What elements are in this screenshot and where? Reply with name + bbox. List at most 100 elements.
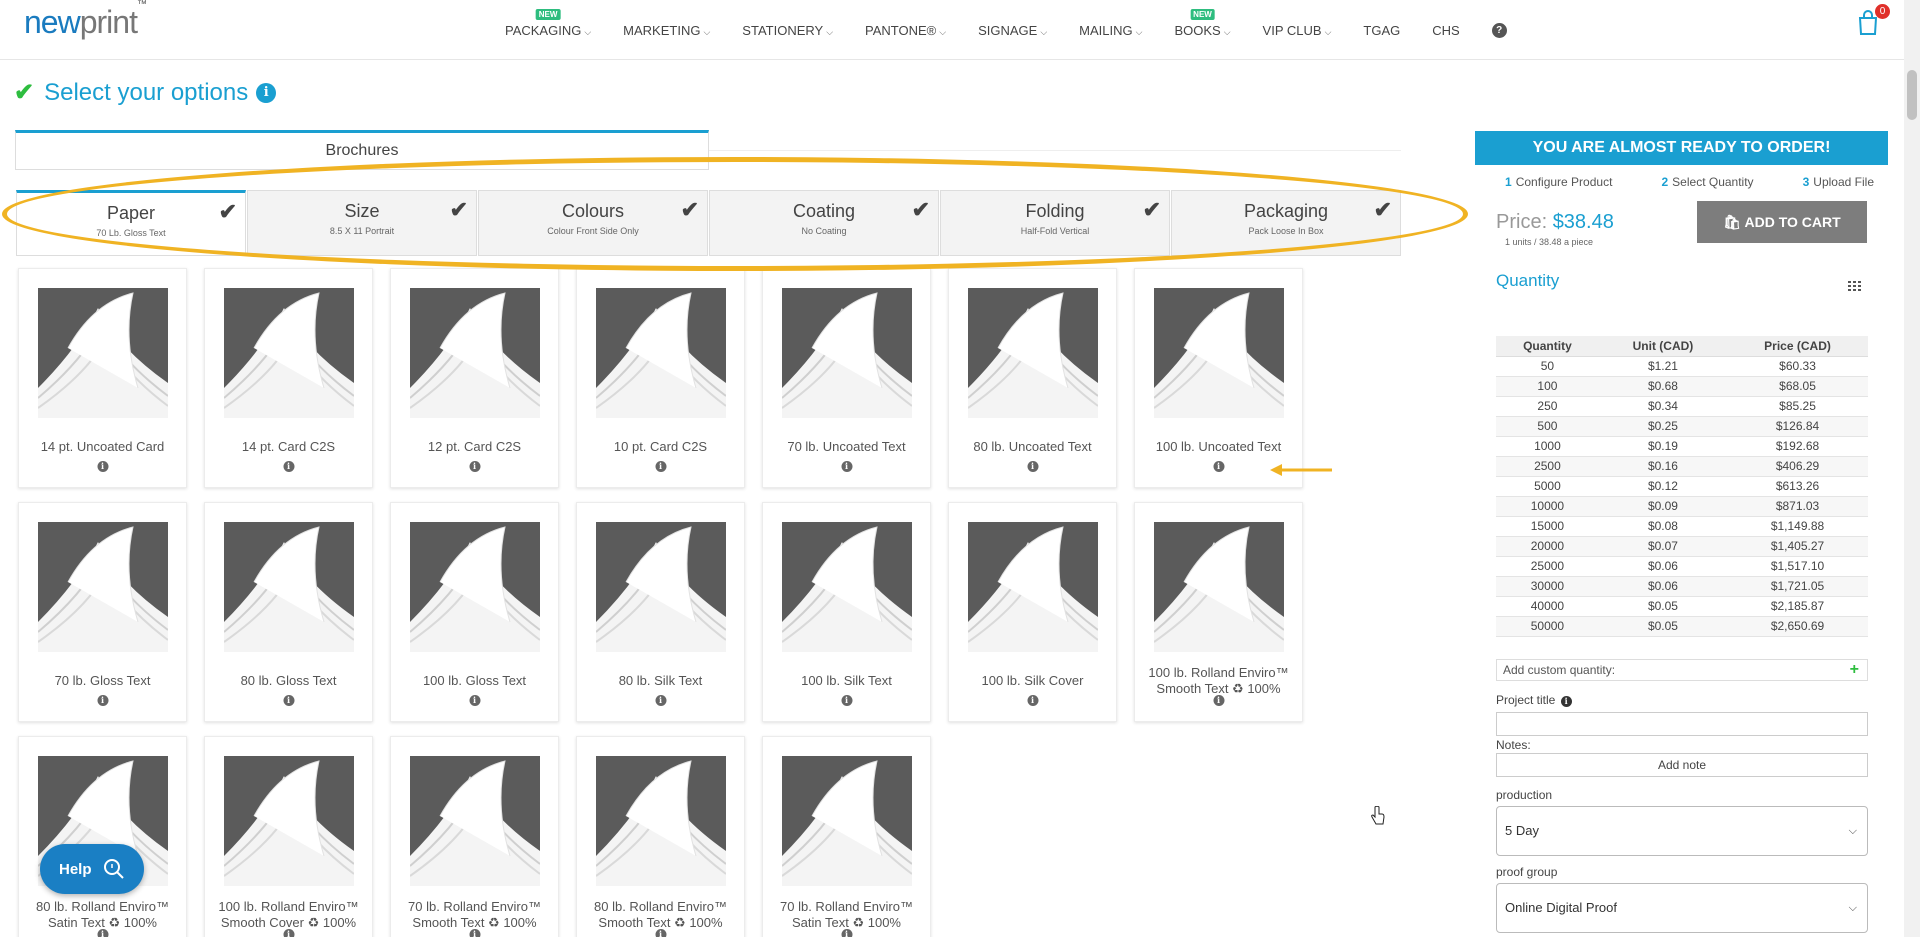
paper-card[interactable]: 12 pt. Card C2S i: [390, 268, 559, 488]
paper-card[interactable]: 80 lb. Rolland Enviro™ Satin Text ♻ 100%…: [18, 736, 187, 937]
info-icon[interactable]: i: [841, 461, 852, 472]
nav-books[interactable]: NEW BOOKS ⌵: [1174, 8, 1231, 38]
info-icon[interactable]: i: [655, 929, 666, 937]
nav-packaging[interactable]: NEW PACKAGING ⌵: [505, 8, 592, 38]
product-tab-brochures[interactable]: Brochures: [15, 130, 709, 170]
info-icon[interactable]: i: [469, 695, 480, 706]
nav-signage[interactable]: SIGNAGE ⌵: [978, 23, 1047, 38]
table-row[interactable]: 2500 $0.16 $406.29: [1496, 456, 1868, 477]
production-select[interactable]: 5 Day ⌵: [1496, 806, 1868, 856]
paper-card[interactable]: 70 lb. Uncoated Text i: [762, 268, 931, 488]
tab-folding[interactable]: Folding Half-Fold Vertical ✔: [940, 190, 1170, 256]
paper-card[interactable]: 80 lb. Uncoated Text i: [948, 268, 1117, 488]
info-icon[interactable]: i: [841, 695, 852, 706]
step-quantity[interactable]: 2 Select Quantity: [1661, 175, 1753, 189]
info-icon[interactable]: i: [655, 695, 666, 706]
info-icon[interactable]: i: [655, 461, 666, 472]
nav-chs[interactable]: CHS: [1432, 23, 1459, 38]
table-row[interactable]: 250 $0.34 $85.25: [1496, 396, 1868, 417]
table-row[interactable]: 30000 $0.06 $1,721.05: [1496, 576, 1868, 597]
info-icon[interactable]: i: [97, 695, 108, 706]
paper-card[interactable]: 14 pt. Card C2S i: [204, 268, 373, 488]
table-row[interactable]: 20000 $0.07 $1,405.27: [1496, 536, 1868, 557]
tab-value: No Coating: [801, 226, 847, 236]
paper-card[interactable]: 80 lb. Rolland Enviro™ Smooth Text ♻ 100…: [576, 736, 745, 937]
price-label: Price: $38.48: [1496, 211, 1614, 234]
nav-mailing[interactable]: MAILING ⌵: [1079, 23, 1142, 38]
table-row[interactable]: 500 $0.25 $126.84: [1496, 416, 1868, 437]
add-note-button[interactable]: Add note: [1496, 753, 1868, 777]
paper-card[interactable]: 70 lb. Gloss Text i: [18, 502, 187, 722]
nav-label: PANTONE®: [865, 22, 937, 38]
add-to-cart-label: ADD TO CART: [1744, 214, 1841, 230]
cart-button[interactable]: 0: [1856, 4, 1890, 36]
add-to-cart-button[interactable]: 🛍 ADD TO CART: [1697, 201, 1867, 243]
info-icon[interactable]: i: [97, 929, 108, 937]
table-row[interactable]: 1000 $0.19 $192.68: [1496, 436, 1868, 457]
proof-group-select[interactable]: Online Digital Proof ⌵: [1496, 883, 1868, 933]
paper-card[interactable]: 100 lb. Rolland Enviro™ Smooth Text ♻ 10…: [1134, 502, 1303, 722]
info-icon[interactable]: i: [256, 82, 277, 103]
table-row[interactable]: 25000 $0.06 $1,517.10: [1496, 556, 1868, 577]
chevron-down-icon: ⌵: [584, 26, 592, 37]
paper-card[interactable]: 70 lb. Rolland Enviro™ Satin Text ♻ 100%…: [762, 736, 931, 937]
tab-coating[interactable]: Coating No Coating ✔: [709, 190, 939, 256]
nav-vip-club[interactable]: VIP CLUB ⌵: [1263, 23, 1332, 38]
info-icon[interactable]: i: [1213, 461, 1224, 472]
table-row[interactable]: 50000 $0.05 $2,650.69: [1496, 616, 1868, 637]
hand-cursor-icon: [1371, 806, 1385, 825]
help-question-icon[interactable]: ?: [1491, 22, 1507, 38]
paper-card[interactable]: 100 lb. Gloss Text i: [390, 502, 559, 722]
info-icon[interactable]: i: [1213, 695, 1224, 706]
tab-paper[interactable]: Paper 70 Lb. Gloss Text ✔: [16, 190, 246, 256]
table-row[interactable]: 100 $0.68 $68.05: [1496, 376, 1868, 397]
paper-card[interactable]: 100 lb. Silk Cover i: [948, 502, 1117, 722]
paper-card[interactable]: 100 lb. Uncoated Text i: [1134, 268, 1303, 488]
nav-label: CHS: [1432, 22, 1460, 38]
info-icon[interactable]: i: [841, 929, 852, 937]
project-title-input[interactable]: [1496, 712, 1868, 736]
info-icon[interactable]: i: [469, 929, 480, 937]
column-header: Unit (CAD): [1598, 336, 1728, 357]
info-icon[interactable]: i: [469, 461, 480, 472]
nav-pantone[interactable]: PANTONE® ⌵: [865, 23, 946, 38]
step-upload[interactable]: 3 Upload File: [1803, 175, 1874, 189]
table-row[interactable]: 15000 $0.08 $1,149.88: [1496, 516, 1868, 537]
tab-size[interactable]: Size 8.5 X 11 Portrait ✔: [247, 190, 477, 256]
info-icon[interactable]: i: [97, 461, 108, 472]
info-icon[interactable]: i: [1027, 695, 1038, 706]
scrollbar-thumb[interactable]: [1907, 70, 1917, 120]
paper-card[interactable]: 10 pt. Card C2S i: [576, 268, 745, 488]
page-scrollbar[interactable]: [1904, 0, 1920, 937]
info-icon[interactable]: i: [1027, 461, 1038, 472]
info-icon[interactable]: i: [283, 461, 294, 472]
paper-card[interactable]: 100 lb. Silk Text i: [762, 502, 931, 722]
table-row[interactable]: 40000 $0.05 $2,185.87: [1496, 596, 1868, 617]
table-row[interactable]: 5000 $0.12 $613.26: [1496, 476, 1868, 497]
step-configure[interactable]: 1 Configure Product: [1505, 175, 1612, 189]
paper-card[interactable]: 80 lb. Silk Text i: [576, 502, 745, 722]
table-row[interactable]: 10000 $0.09 $871.03: [1496, 496, 1868, 517]
info-icon[interactable]: i: [1560, 696, 1572, 707]
custom-quantity-field[interactable]: Add custom quantity: +: [1496, 659, 1868, 681]
newprint-logo[interactable]: newprint™: [24, 0, 147, 41]
chevron-down-icon: ⌵: [1848, 902, 1857, 914]
paper-card[interactable]: 100 lb. Rolland Enviro™ Smooth Cover ♻ 1…: [204, 736, 373, 937]
nav-marketing[interactable]: MARKETING ⌵: [623, 23, 710, 38]
grid-icon[interactable]: [1848, 281, 1861, 291]
info-icon[interactable]: i: [283, 695, 294, 706]
table-row[interactable]: 50 $1.21 $60.33: [1496, 356, 1868, 377]
paper-card[interactable]: 14 pt. Uncoated Card i: [18, 268, 187, 488]
help-button[interactable]: Help: [40, 844, 144, 894]
plus-icon[interactable]: +: [1850, 660, 1859, 680]
paper-card[interactable]: 80 lb. Gloss Text i: [204, 502, 373, 722]
table-cell: $126.84: [1727, 416, 1868, 437]
quantity-price-table: Quantity Unit (CAD) Price (CAD) 50 $1.21 $60…: [1496, 336, 1868, 637]
tab-colours[interactable]: Colours Colour Front Side Only ✔: [478, 190, 708, 256]
paper-card[interactable]: 70 lb. Rolland Enviro™ Smooth Text ♻ 100…: [390, 736, 559, 937]
nav-tgag[interactable]: TGAG: [1363, 23, 1400, 38]
nav-stationery[interactable]: STATIONERY ⌵: [742, 23, 833, 38]
paper-stock-image: [1154, 288, 1284, 418]
info-icon[interactable]: i: [283, 929, 294, 937]
tab-packaging[interactable]: Packaging Pack Loose In Box ✔: [1171, 190, 1401, 256]
